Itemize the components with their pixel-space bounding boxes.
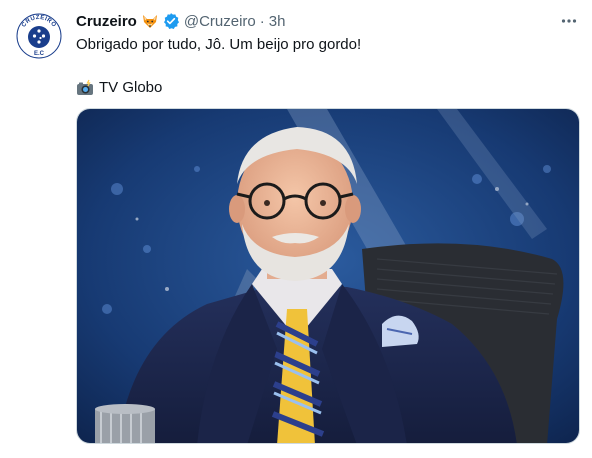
camera-with-flash-icon [76,79,94,97]
separator-dot: · [259,12,265,30]
photo-man-with-glasses-image [77,109,579,443]
tweet-card[interactable]: CRUZEIRO E.C Cruzeiro @Cruzeiro · 3h Obr… [0,0,592,458]
author-name[interactable]: Cruzeiro [76,13,137,30]
more-options-icon[interactable] [558,10,580,32]
fox-face-icon [141,12,159,30]
avatar-text-bottom: E.C [34,51,45,57]
tweet-timestamp[interactable]: 3h [269,13,286,30]
verified-badge-icon [162,12,180,30]
tweet-text: Obrigado por tudo, Jô. Um beijo pro gord… [76,36,362,53]
author-handle[interactable]: @Cruzeiro [184,13,256,30]
cruzeiro-crest-icon: CRUZEIRO E.C [14,11,64,61]
photo-credit: TV Globo [76,78,580,98]
photo-credit-text: TV Globo [99,79,163,96]
tweet-media-photo[interactable] [76,108,580,444]
tweet-header: Cruzeiro @Cruzeiro · 3h [76,10,580,32]
tweet-body: Cruzeiro @Cruzeiro · 3h Obrigado por tud… [76,10,580,98]
avatar[interactable]: CRUZEIRO E.C [14,11,64,61]
